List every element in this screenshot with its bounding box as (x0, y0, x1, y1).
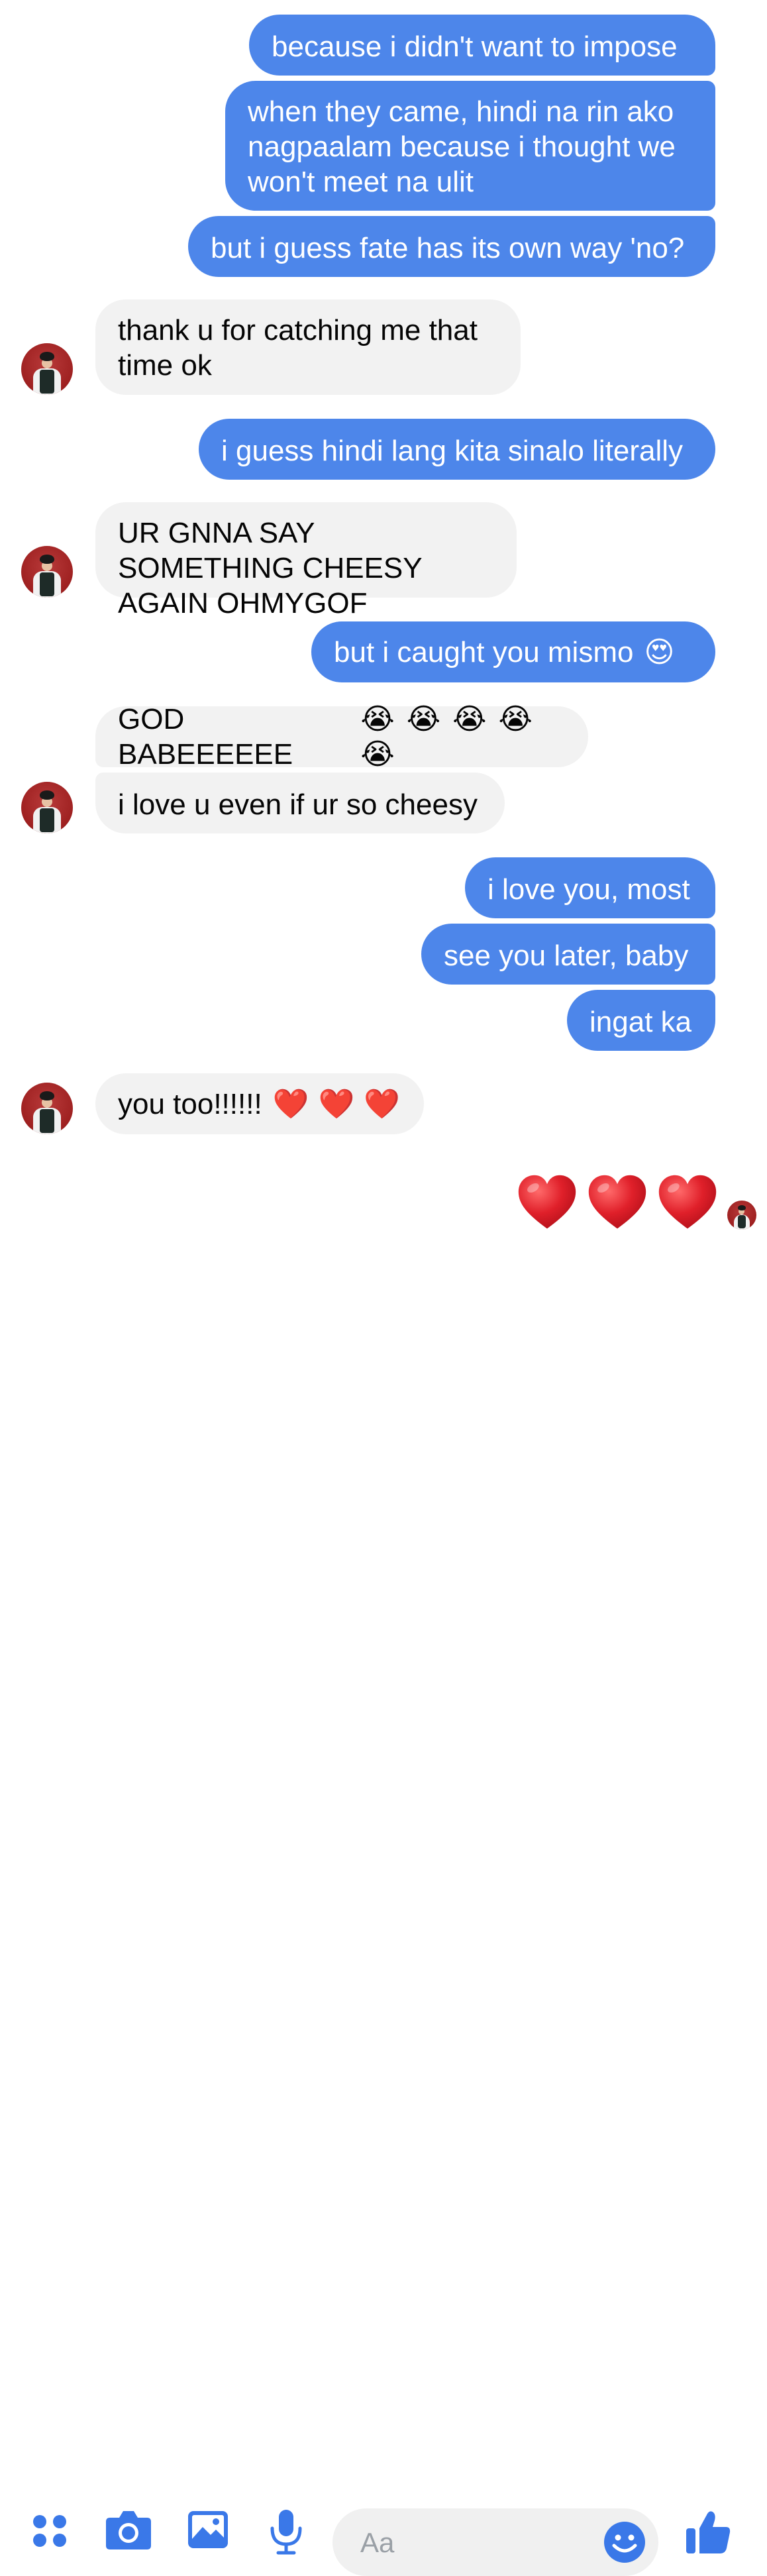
message-row-received: i love u even if ur so cheesy (21, 773, 505, 833)
composer-bar: Aa (0, 1246, 767, 2576)
message-row-sent: see you later, baby (421, 924, 715, 985)
message-bubble-received[interactable]: GOD BABEEEEEE 😭 😭 😭 😭 😭 (95, 702, 588, 771)
message-bubble-sent[interactable]: but i caught you mismo 😍 (311, 621, 715, 682)
heart-icon (518, 1175, 576, 1229)
message-input[interactable]: Aa (332, 2508, 658, 2576)
big-hearts-message[interactable] (515, 1171, 719, 1235)
message-text: you too!!!!!! (118, 1087, 262, 1120)
message-row-received: GOD BABEEEEEE 😭 😭 😭 😭 😭 (95, 702, 588, 771)
message-text: but i caught you mismo (334, 635, 634, 669)
message-row-sent: but i caught you mismo 😍 (311, 621, 715, 682)
thumbs-up-icon[interactable] (685, 2508, 731, 2555)
heart-icon (588, 1175, 646, 1229)
message-row-sent: because i didn't want to impose (249, 15, 715, 76)
message-text: GOD BABEEEEEE (118, 703, 293, 771)
message-bubble-received[interactable]: you too!!!!!! ❤️ ❤️ ❤️ (95, 1073, 424, 1134)
message-row-sent: ingat ka (567, 990, 715, 1051)
crying-emoji: 😭 😭 😭 😭 😭 (360, 702, 534, 771)
emoji-icon[interactable] (603, 2520, 646, 2564)
message-bubble-sent[interactable]: ingat ka (567, 990, 715, 1051)
message-bubble-received[interactable]: thank u for catching me that time ok (95, 299, 521, 395)
camera-icon[interactable] (105, 2508, 152, 2551)
message-row-received: you too!!!!!! ❤️ ❤️ ❤️ (21, 1073, 424, 1134)
microphone-icon[interactable] (269, 2508, 303, 2556)
message-row-sent: i guess hindi lang kita sinalo literally (199, 419, 715, 480)
heart-eyes-emoji: 😍 (644, 635, 675, 669)
red-hearts-emoji: ❤️ ❤️ ❤️ (272, 1087, 401, 1121)
message-input-placeholder: Aa (360, 2527, 395, 2558)
gallery-icon[interactable] (187, 2510, 229, 2549)
message-row-received: UR GNNA SAY SOMETHING CHEESY AGAIN OHMYG… (21, 502, 517, 619)
message-bubble-sent[interactable]: because i didn't want to impose (249, 15, 715, 76)
message-bubble-sent[interactable]: i guess hindi lang kita sinalo literally (199, 419, 715, 480)
contact-avatar[interactable] (21, 782, 73, 833)
message-bubble-sent[interactable]: see you later, baby (421, 924, 715, 985)
message-bubble-sent[interactable]: i love you, most (465, 857, 715, 918)
heart-icon (658, 1175, 717, 1229)
message-thread: because i didn't want to impose when the… (0, 0, 767, 1246)
message-row-sent: when they came, hindi na rin ako nagpaal… (225, 81, 715, 211)
contact-avatar[interactable] (21, 1083, 73, 1134)
apps-icon[interactable] (30, 2511, 70, 2551)
message-row-sent: but i guess fate has its own way 'no? (188, 216, 715, 277)
message-row-received: thank u for catching me that time ok (21, 299, 521, 395)
contact-avatar[interactable] (21, 546, 73, 598)
message-bubble-sent[interactable]: when they came, hindi na rin ako nagpaal… (225, 81, 715, 211)
contact-avatar[interactable] (21, 343, 73, 395)
read-receipt-avatar (727, 1201, 756, 1230)
message-bubble-received[interactable]: UR GNNA SAY SOMETHING CHEESY AGAIN OHMYG… (95, 502, 517, 619)
message-bubble-received[interactable]: i love u even if ur so cheesy (95, 773, 505, 833)
message-bubble-sent[interactable]: but i guess fate has its own way 'no? (188, 216, 715, 277)
message-row-sent: i love you, most (465, 857, 715, 918)
